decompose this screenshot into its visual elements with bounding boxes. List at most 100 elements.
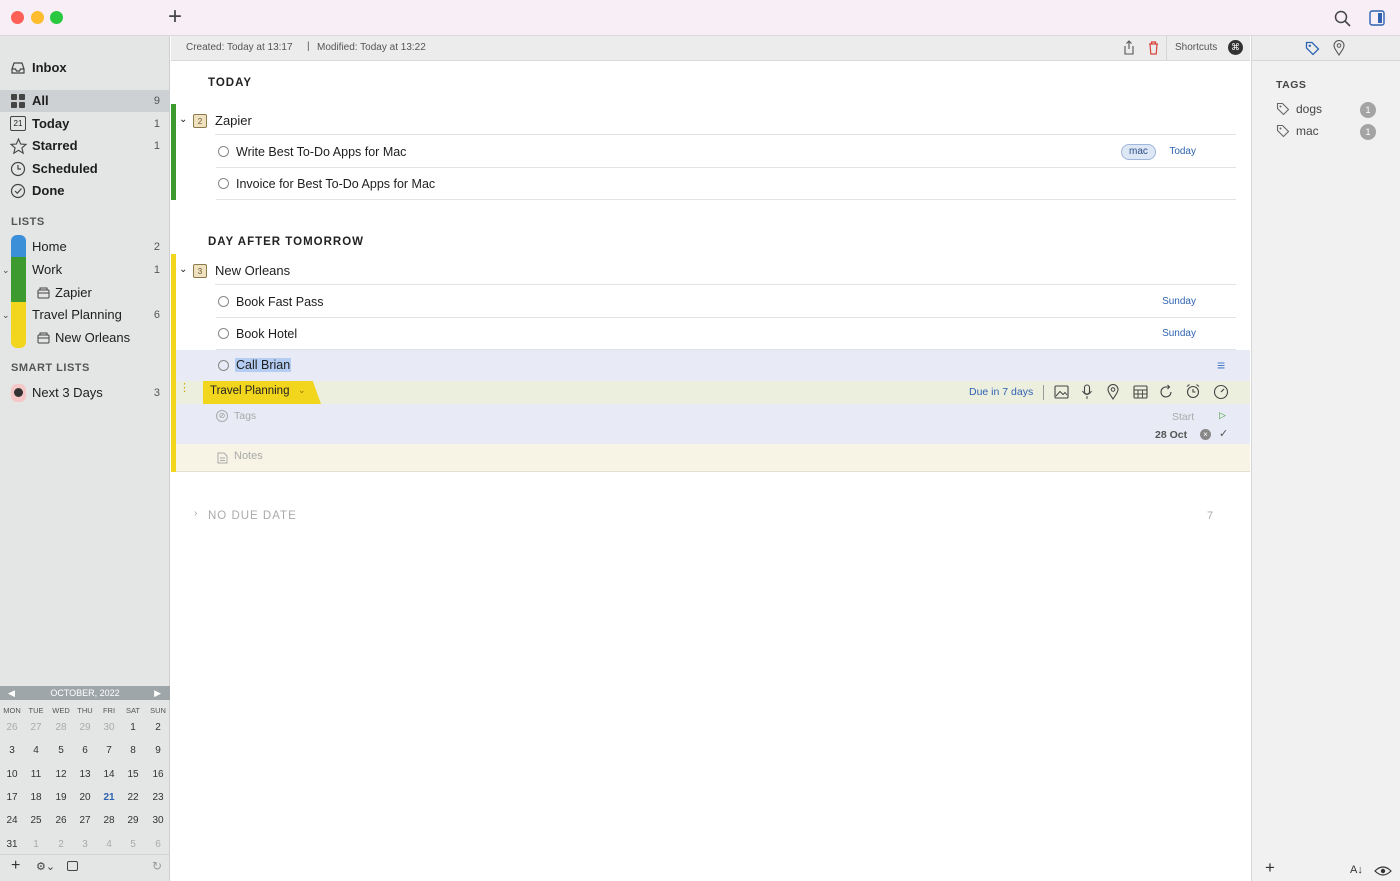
command-key-icon[interactable]: ⌘ [1228, 40, 1243, 55]
sidebar-item-zapier[interactable]: Zapier [0, 282, 170, 304]
calendar-day[interactable]: 1 [121, 722, 145, 733]
gear-icon[interactable]: ⚙⌄ [36, 860, 55, 873]
sidebar-item-starred[interactable]: Starred 1 [0, 135, 170, 157]
chevron-down-icon[interactable]: ⌄ [2, 304, 10, 326]
tag-item-mac[interactable]: mac 1 [1276, 121, 1396, 141]
calendar-day[interactable]: 30 [97, 722, 121, 733]
calendar-day[interactable]: 6 [73, 745, 97, 756]
play-icon[interactable]: ▷ [1219, 410, 1226, 421]
calendar-day[interactable]: 2 [49, 839, 73, 850]
task-row[interactable]: Book Fast Pass Sunday [216, 286, 1236, 318]
task-checkbox[interactable] [218, 360, 229, 371]
calendar-day[interactable]: 9 [146, 745, 170, 756]
project-row-zapier[interactable]: ⌄ 2 Zapier [171, 107, 1236, 135]
sidebar-item-inbox[interactable]: Inbox [0, 57, 170, 79]
add-list-button[interactable]: + [11, 857, 20, 875]
list-selector[interactable]: Travel Planning ⌄ [203, 381, 321, 404]
task-checkbox[interactable] [218, 178, 229, 189]
timer-icon[interactable] [1213, 384, 1229, 400]
calendar-day[interactable]: 26 [0, 722, 24, 733]
calendar-grid-icon[interactable] [1133, 385, 1148, 399]
location-tab-icon[interactable] [1333, 40, 1345, 56]
calendar-day[interactable]: 28 [49, 722, 73, 733]
chevron-down-icon[interactable]: ⌄ [2, 259, 10, 281]
confirm-check-icon[interactable]: ✓ [1219, 427, 1228, 440]
calendar-day[interactable]: 18 [24, 792, 48, 803]
next-month-icon[interactable]: ▶ [154, 686, 161, 700]
task-checkbox[interactable] [218, 296, 229, 307]
calendar-day[interactable]: 12 [49, 769, 73, 780]
tag-item-dogs[interactable]: dogs 1 [1276, 99, 1396, 119]
image-icon[interactable] [1054, 385, 1069, 399]
calendar-day[interactable]: 29 [121, 815, 145, 826]
calendar-day[interactable]: 14 [97, 769, 121, 780]
calendar-day[interactable]: 1 [24, 839, 48, 850]
task-checkbox[interactable] [218, 328, 229, 339]
sidebar-item-scheduled[interactable]: Scheduled [0, 158, 170, 180]
calendar-day[interactable]: 25 [24, 815, 48, 826]
no-due-date-section[interactable]: › NO DUE DATE 7 [171, 503, 1250, 527]
calendar-day[interactable]: 24 [0, 815, 24, 826]
add-task-button[interactable]: + [168, 4, 182, 30]
shortcuts-button[interactable]: Shortcuts [1175, 42, 1217, 53]
tag-badge[interactable]: mac [1121, 144, 1156, 160]
calendar-day[interactable]: 3 [0, 745, 24, 756]
due-date-button[interactable]: Due in 7 days [969, 386, 1033, 398]
project-row-new-orleans[interactable]: ⌄ 3 New Orleans [171, 257, 1236, 285]
sidebar-item-today[interactable]: 21 Today 1 [0, 113, 170, 135]
notes-input[interactable]: Notes [234, 450, 263, 462]
calendar-day[interactable]: 31 [0, 839, 24, 850]
share-icon[interactable] [1122, 40, 1136, 56]
tag-tab-icon[interactable] [1305, 41, 1320, 56]
calendar-day[interactable]: 10 [0, 769, 24, 780]
sidebar-item-home[interactable]: Home 2 [0, 236, 170, 258]
close-window-button[interactable] [11, 11, 24, 24]
calendar-day[interactable]: 28 [97, 815, 121, 826]
task-title-input[interactable]: Call Brian [235, 358, 292, 372]
calendar-day[interactable]: 3 [73, 839, 97, 850]
sidebar-item-next-3-days[interactable]: Next 3 Days 3 [0, 382, 170, 404]
sidebar-item-done[interactable]: Done [0, 180, 170, 202]
calendar-day[interactable]: 15 [121, 769, 145, 780]
eye-icon[interactable] [1374, 865, 1392, 877]
task-row[interactable]: Book Hotel Sunday [216, 318, 1236, 350]
trash-icon[interactable] [1147, 40, 1160, 55]
chevron-down-icon[interactable]: ⌄ [179, 106, 187, 134]
calendar-day[interactable]: 17 [0, 792, 24, 803]
calendar-day[interactable]: 21 [97, 792, 121, 803]
calendar-day[interactable]: 29 [73, 722, 97, 733]
alarm-icon[interactable] [1185, 383, 1201, 399]
sort-icon[interactable]: A↓ [1350, 864, 1363, 876]
calendar-day[interactable]: 13 [73, 769, 97, 780]
calendar-day[interactable]: 27 [73, 815, 97, 826]
start-date[interactable]: 28 Oct [1155, 429, 1187, 441]
calendar-day[interactable]: 26 [49, 815, 73, 826]
drag-handle-icon[interactable]: ⋮ [179, 383, 190, 394]
microphone-icon[interactable] [1081, 384, 1093, 400]
sidebar-item-travel-planning[interactable]: ⌄ Travel Planning 6 [0, 304, 170, 326]
calendar-day[interactable]: 11 [24, 769, 48, 780]
calendar-day[interactable]: 6 [146, 839, 170, 850]
calendar-day[interactable]: 4 [97, 839, 121, 850]
prev-month-icon[interactable]: ◀ [8, 686, 15, 700]
clear-date-icon[interactable]: × [1200, 429, 1211, 440]
subtasks-icon[interactable]: ≡ [1217, 357, 1225, 373]
calendar-day[interactable]: 5 [49, 745, 73, 756]
calendar-day[interactable]: 5 [121, 839, 145, 850]
calendar-day[interactable]: 30 [146, 815, 170, 826]
calendar-day[interactable]: 19 [49, 792, 73, 803]
sidebar-item-all[interactable]: All 9 [0, 90, 170, 112]
repeat-icon[interactable] [1159, 384, 1174, 399]
chevron-down-icon[interactable]: ⌄ [179, 256, 187, 284]
calendar-icon[interactable] [67, 861, 78, 871]
sidebar-toggle-icon[interactable] [1369, 10, 1385, 26]
calendar-day[interactable]: 22 [121, 792, 145, 803]
tags-input[interactable]: Tags [234, 410, 256, 422]
chevron-right-icon[interactable]: › [194, 508, 197, 519]
selected-task-row[interactable]: Call Brian ≡ [176, 350, 1250, 381]
minimize-window-button[interactable] [31, 11, 44, 24]
calendar-day[interactable]: 23 [146, 792, 170, 803]
calendar-day[interactable]: 7 [97, 745, 121, 756]
task-row[interactable]: Invoice for Best To-Do Apps for Mac [216, 168, 1236, 200]
calendar-day[interactable]: 27 [24, 722, 48, 733]
